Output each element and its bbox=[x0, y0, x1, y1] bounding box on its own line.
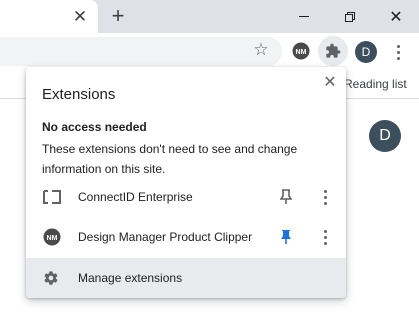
section-description: These extensions don't need to see and c… bbox=[42, 142, 298, 176]
bookmark-star-icon[interactable]: ☆ bbox=[250, 39, 272, 61]
extensions-button[interactable] bbox=[318, 36, 348, 66]
minimize-button[interactable] bbox=[281, 0, 327, 33]
section-title: No access needed bbox=[42, 120, 147, 134]
page-avatar[interactable]: D bbox=[369, 120, 401, 152]
window-close-icon: ✕ bbox=[389, 8, 403, 26]
tab-close-icon[interactable]: ✕ bbox=[70, 7, 90, 27]
connectid-icon bbox=[43, 188, 61, 206]
new-tab-button[interactable]: + bbox=[107, 5, 129, 27]
address-bar[interactable] bbox=[0, 37, 282, 66]
minimize-icon bbox=[299, 16, 309, 17]
svg-text:NM: NM bbox=[47, 235, 58, 242]
gear-icon bbox=[43, 270, 59, 286]
popup-title: Extensions bbox=[42, 86, 116, 103]
chrome-menu-icon[interactable] bbox=[390, 41, 406, 63]
toolbar-extension-nm-icon[interactable]: NM bbox=[292, 42, 310, 60]
window-close-button[interactable]: ✕ bbox=[373, 0, 419, 33]
extension-name: Design Manager Product Clipper bbox=[78, 230, 253, 244]
tab-strip: ✕ + ✕ bbox=[0, 0, 419, 33]
pinned-icon[interactable] bbox=[278, 227, 294, 247]
manage-extensions-label: Manage extensions bbox=[78, 271, 183, 285]
extensions-popup: Extensions ✕ No access needed These exte… bbox=[26, 67, 346, 298]
nm-icon: NM bbox=[43, 228, 61, 246]
pin-icon[interactable] bbox=[278, 187, 294, 207]
svg-text:NM: NM bbox=[296, 49, 307, 56]
reading-list-button[interactable]: Reading list bbox=[344, 77, 407, 91]
restore-button[interactable] bbox=[327, 0, 373, 33]
manage-extensions-button[interactable]: Manage extensions bbox=[26, 258, 346, 298]
active-tab[interactable]: ✕ bbox=[0, 0, 98, 33]
extension-name: ConnectID Enterprise bbox=[78, 190, 193, 204]
extension-row-design-manager[interactable]: NM Design Manager Product Clipper bbox=[26, 217, 346, 257]
puzzle-icon bbox=[326, 43, 341, 58]
restore-icon bbox=[345, 11, 355, 22]
more-options-icon[interactable] bbox=[317, 227, 333, 247]
extension-row-connectid[interactable]: ConnectID Enterprise bbox=[26, 177, 346, 217]
toolbar: ☆ NM D bbox=[0, 33, 419, 69]
popup-close-icon[interactable]: ✕ bbox=[320, 73, 340, 93]
more-options-icon[interactable] bbox=[317, 187, 333, 207]
profile-avatar[interactable]: D bbox=[355, 41, 377, 63]
